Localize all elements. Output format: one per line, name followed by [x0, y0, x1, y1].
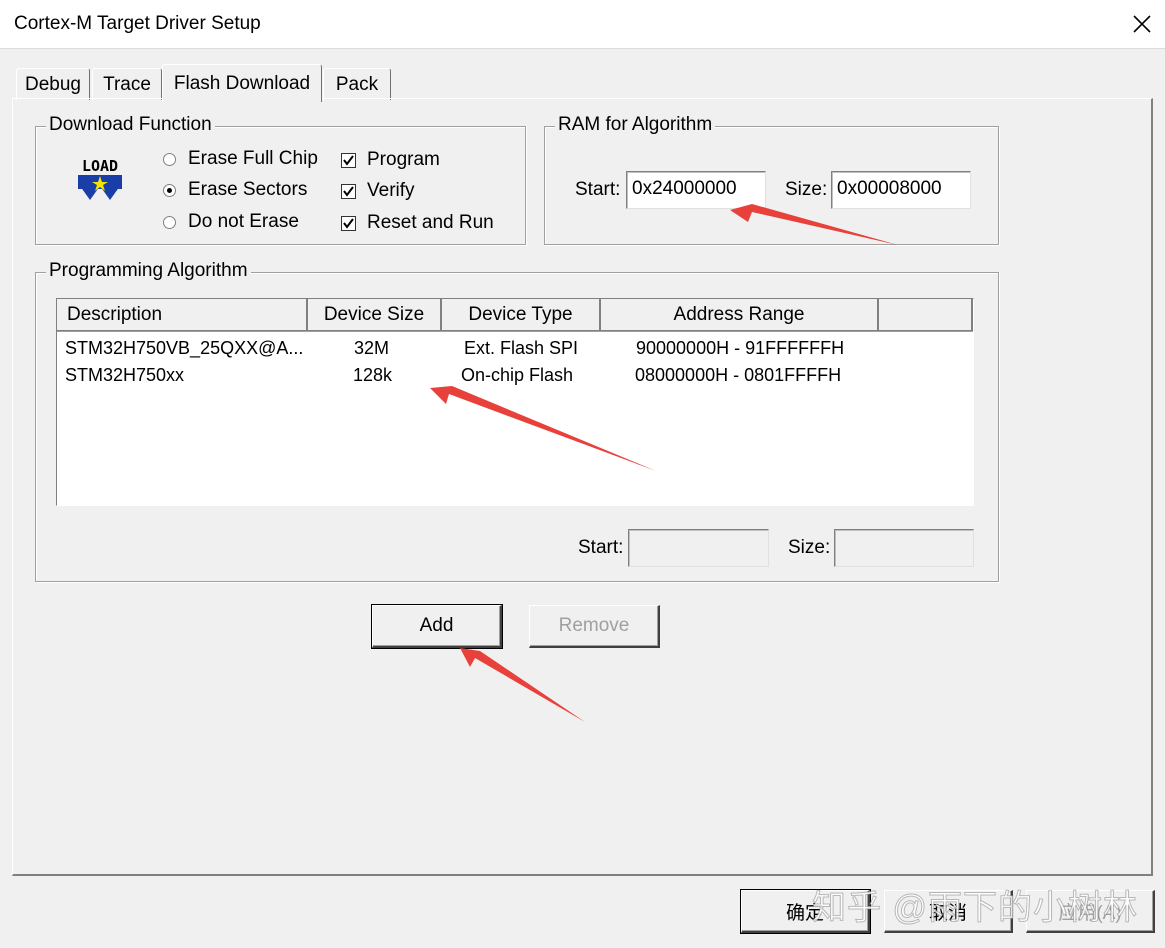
load-icon: LOAD — [74, 152, 126, 204]
algorithm-size-input[interactable] — [834, 529, 974, 567]
algorithm-start-input[interactable] — [628, 529, 769, 567]
row-address-range: 90000000H - 91FFFFFFH — [636, 338, 845, 358]
algorithm-list[interactable]: Description Device Size Device Type Addr… — [56, 298, 974, 506]
program-label: Program — [367, 149, 440, 170]
list-header: Description Device Size Device Type Addr… — [57, 299, 973, 332]
do-not-erase-radio[interactable]: Do not Erase — [163, 211, 299, 233]
erase-full-chip-radio[interactable]: Erase Full Chip — [163, 148, 318, 170]
ram-size-label: Size: — [785, 179, 828, 200]
tab-trace[interactable]: Trace — [92, 68, 162, 100]
table-row[interactable]: STM32H750xx 128k On-chip Flash 08000000H… — [57, 362, 973, 388]
close-icon — [1133, 15, 1151, 33]
remove-button[interactable]: Remove — [529, 605, 660, 648]
algorithm-start-label: Start: — [578, 537, 624, 558]
verify-label: Verify — [367, 180, 415, 201]
add-button[interactable]: Add — [371, 604, 503, 649]
radio-indicator — [163, 215, 176, 229]
ram-size-input[interactable]: 0x00008000 — [831, 171, 971, 209]
ram-start-input[interactable]: 0x24000000 — [626, 171, 766, 209]
programming-algorithm-title: Programming Algorithm — [46, 260, 251, 282]
erase-sectors-label: Erase Sectors — [188, 179, 308, 200]
verify-checkbox[interactable]: Verify — [341, 180, 415, 202]
column-header-description[interactable]: Description — [57, 299, 308, 331]
do-not-erase-label: Do not Erase — [188, 211, 299, 232]
reset-and-run-checkbox[interactable]: Reset and Run — [341, 212, 494, 234]
tab-pack[interactable]: Pack — [323, 68, 391, 100]
ram-start-label: Start: — [575, 179, 621, 200]
erase-sectors-radio[interactable]: Erase Sectors — [163, 179, 307, 201]
algorithm-size-label: Size: — [788, 537, 831, 558]
svg-text:LOAD: LOAD — [82, 157, 118, 175]
row-address-range: 08000000H - 0801FFFFH — [635, 365, 842, 385]
row-description: STM32H750VB_25QXX@A... — [65, 338, 304, 358]
window-title: Cortex-M Target Driver Setup — [14, 13, 261, 34]
erase-full-chip-label: Erase Full Chip — [188, 148, 318, 169]
radio-indicator — [163, 183, 176, 197]
watermark: 知乎 @雨下的小树林 — [812, 889, 1138, 928]
tab-flash-download[interactable]: Flash Download — [162, 64, 322, 102]
checkmark-icon — [341, 215, 356, 231]
row-description: STM32H750xx — [65, 365, 185, 385]
column-header-empty — [879, 299, 973, 331]
download-function-title: Download Function — [46, 114, 215, 136]
row-device-type: On-chip Flash — [461, 365, 574, 385]
column-header-address-range[interactable]: Address Range — [601, 299, 879, 331]
tab-debug[interactable]: Debug — [16, 68, 90, 100]
checkmark-icon — [341, 183, 356, 199]
column-header-device-type[interactable]: Device Type — [442, 299, 601, 331]
row-device-type: Ext. Flash SPI — [464, 338, 579, 358]
table-row[interactable]: STM32H750VB_25QXX@A... 32M Ext. Flash SP… — [57, 335, 973, 361]
row-device-size: 32M — [354, 338, 390, 358]
title-bar: Cortex-M Target Driver Setup — [0, 0, 1165, 49]
column-header-device-size[interactable]: Device Size — [308, 299, 442, 331]
close-button[interactable] — [1119, 0, 1165, 48]
reset-and-run-label: Reset and Run — [367, 212, 494, 233]
row-device-size: 128k — [353, 365, 393, 385]
program-checkbox[interactable]: Program — [341, 149, 440, 171]
checkmark-icon — [341, 152, 356, 168]
ram-for-algorithm-title: RAM for Algorithm — [555, 114, 716, 136]
radio-indicator — [163, 152, 176, 166]
